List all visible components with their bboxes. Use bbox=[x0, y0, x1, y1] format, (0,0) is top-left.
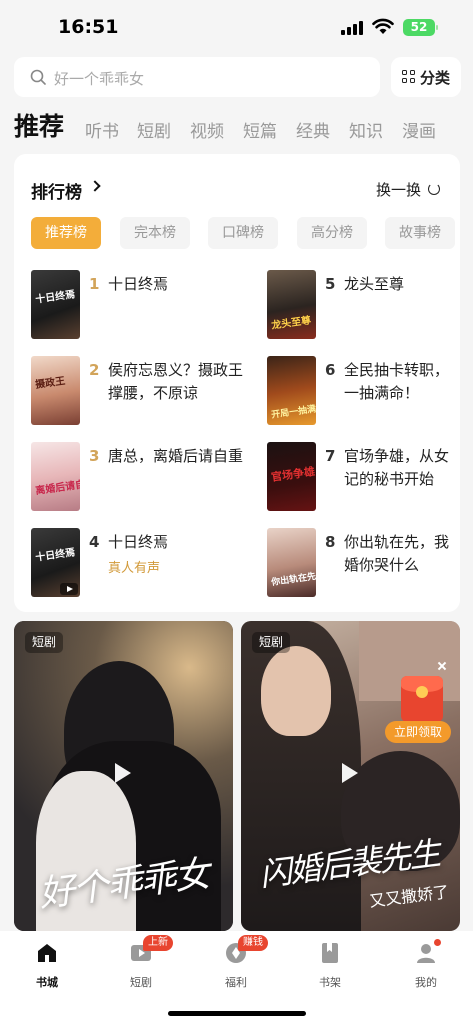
rank-item-5[interactable]: 龙头至尊 5 龙头至尊 bbox=[267, 270, 460, 340]
notification-dot bbox=[434, 939, 441, 946]
nav-bookshelf[interactable]: 书架 bbox=[300, 941, 360, 991]
book-title: 你出轨在先，我婚你哭什么 bbox=[344, 533, 450, 574]
rank-item-3[interactable]: 离婚后请自重 3 唐总，离婚后请自重 bbox=[31, 442, 243, 512]
battery-icon: 52 bbox=[403, 19, 438, 36]
rank-item-4[interactable]: 十日终焉 4 十日终焉 真人有声 bbox=[31, 528, 241, 598]
book-title: 唐总，离婚后请自重 bbox=[108, 447, 244, 465]
rank-number: 5 bbox=[325, 275, 336, 293]
refresh-icon[interactable] bbox=[428, 183, 440, 195]
rank-number: 8 bbox=[325, 533, 336, 551]
category-button[interactable]: 分类 bbox=[391, 57, 461, 97]
rank-item-1[interactable]: 十日终焉 1 十日终焉 bbox=[31, 270, 241, 340]
rank-number: 4 bbox=[89, 533, 100, 551]
chevron-right-icon[interactable] bbox=[89, 180, 101, 192]
thumbnail-figure bbox=[261, 646, 331, 736]
rank-number: 6 bbox=[325, 361, 336, 379]
tab-audiobook[interactable]: 听书 bbox=[85, 117, 119, 142]
chip-completed[interactable]: 完本榜 bbox=[120, 217, 190, 249]
book-cover: 开局一抽满命 bbox=[267, 356, 316, 425]
top-tabs: 推荐 听书 短剧 视频 短篇 经典 知识 漫画 bbox=[14, 107, 464, 147]
rank-number: 2 bbox=[89, 361, 100, 379]
book-title: 龙头至尊 bbox=[344, 275, 405, 293]
wifi-icon bbox=[372, 18, 394, 34]
nav-badge: 上新 bbox=[143, 935, 173, 951]
ranking-card: 排行榜 换一换 推荐榜 完本榜 口碑榜 高分榜 故事榜 十日终焉 1 十日终焉 … bbox=[14, 154, 460, 612]
search-input[interactable]: 好一个乖乖女 bbox=[14, 57, 380, 97]
home-icon bbox=[38, 944, 56, 962]
book-title: 侯府忘恩义？摄政王撑腰，不原谅 bbox=[108, 361, 244, 402]
video-card-2[interactable]: 短剧 闪婚后裴先生 又又撒娇了 立即领取 bbox=[241, 621, 460, 931]
tab-short-story[interactable]: 短篇 bbox=[243, 117, 277, 142]
chip-recommend[interactable]: 推荐榜 bbox=[31, 217, 101, 249]
rank-item-8[interactable]: 你出轨在先 8 你出轨在先，我婚你哭什么 bbox=[267, 528, 460, 598]
search-placeholder: 好一个乖乖女 bbox=[54, 70, 145, 88]
book-cover: 你出轨在先 bbox=[267, 528, 316, 597]
book-tag: 真人有声 bbox=[108, 561, 161, 576]
rank-number: 3 bbox=[89, 447, 100, 465]
book-title: 十日终焉 bbox=[108, 533, 169, 551]
cellular-signal-icon bbox=[341, 20, 365, 35]
book-cover: 官场争雄 bbox=[267, 442, 316, 511]
tab-comics[interactable]: 漫画 bbox=[402, 117, 436, 142]
audio-play-icon bbox=[60, 583, 78, 595]
close-icon[interactable] bbox=[437, 661, 447, 671]
grid-icon bbox=[402, 70, 416, 84]
claim-button[interactable]: 立即领取 bbox=[385, 721, 451, 743]
nav-rewards[interactable]: 赚钱 福利 bbox=[206, 935, 268, 991]
book-title: 官场争雄，从女记的秘书开始 bbox=[344, 447, 450, 488]
play-icon[interactable] bbox=[342, 763, 358, 783]
status-time: 16:51 bbox=[58, 16, 119, 38]
home-indicator bbox=[168, 1011, 306, 1016]
book-title: 十日终焉 bbox=[108, 275, 169, 293]
tab-classic[interactable]: 经典 bbox=[296, 117, 330, 142]
book-cover: 十日终焉 bbox=[31, 270, 80, 339]
rank-item-2[interactable]: 摄政王 2 侯府忘恩义？摄政王撑腰，不原谅 bbox=[31, 356, 243, 426]
refresh-button[interactable]: 换一换 bbox=[376, 179, 421, 200]
book-cover: 十日终焉 bbox=[31, 528, 80, 597]
bookmark-book-icon bbox=[322, 943, 338, 963]
tab-short-drama[interactable]: 短剧 bbox=[137, 117, 171, 142]
book-title: 全民抽卡转职，一抽满命！ bbox=[344, 361, 450, 402]
video-tag: 短剧 bbox=[252, 632, 291, 653]
rank-number: 1 bbox=[89, 275, 100, 293]
chip-reputation[interactable]: 口碑榜 bbox=[208, 217, 278, 249]
nav-bookstore[interactable]: 书城 bbox=[17, 941, 77, 991]
book-cover: 龙头至尊 bbox=[267, 270, 316, 339]
play-icon[interactable] bbox=[115, 763, 131, 783]
tab-recommend[interactable]: 推荐 bbox=[14, 107, 64, 143]
chip-high-score[interactable]: 高分榜 bbox=[297, 217, 367, 249]
nav-short-drama[interactable]: 上新 短剧 bbox=[111, 935, 173, 991]
category-label: 分类 bbox=[420, 69, 451, 87]
video-tag: 短剧 bbox=[25, 632, 64, 653]
search-icon bbox=[30, 69, 46, 85]
status-bar: 16:51 52 bbox=[0, 0, 473, 52]
red-envelope-icon[interactable] bbox=[401, 676, 443, 722]
rank-item-6[interactable]: 开局一抽满命 6 全民抽卡转职，一抽满命！ bbox=[267, 356, 460, 426]
book-cover: 离婚后请自重 bbox=[31, 442, 80, 511]
tab-knowledge[interactable]: 知识 bbox=[349, 117, 383, 142]
nav-profile[interactable]: 我的 bbox=[396, 939, 456, 991]
rank-item-7[interactable]: 官场争雄 7 官场争雄，从女记的秘书开始 bbox=[267, 442, 460, 512]
book-cover: 摄政王 bbox=[31, 356, 80, 425]
ranking-title[interactable]: 排行榜 bbox=[31, 178, 82, 203]
tab-video[interactable]: 视频 bbox=[190, 117, 224, 142]
nav-badge: 赚钱 bbox=[238, 935, 268, 951]
video-card-1[interactable]: 短剧 好个乖乖女 bbox=[14, 621, 233, 931]
ranking-chips: 推荐榜 完本榜 口碑榜 高分榜 故事榜 bbox=[31, 217, 460, 251]
rank-number: 7 bbox=[325, 447, 336, 465]
chip-story[interactable]: 故事榜 bbox=[385, 217, 455, 249]
